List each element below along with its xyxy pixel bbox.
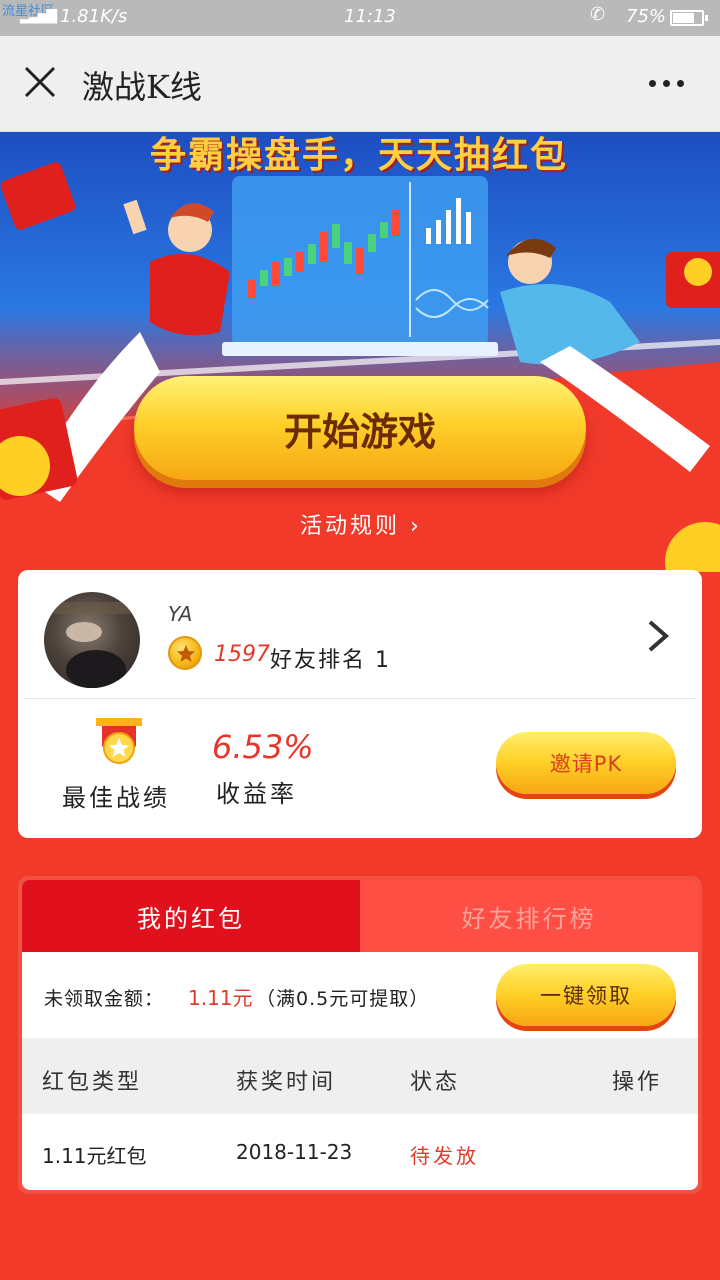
column-header: 状态 [410, 1070, 461, 1095]
signal-icon: ▂▃▅▇ [20, 8, 57, 24]
hero-slogan: 争霸操盘手，天天抽红包 [150, 135, 569, 176]
invite-pk-button[interactable]: 邀请PK [496, 732, 676, 794]
boxing-ring-illustration [0, 162, 720, 572]
status-badge: 待发放 [410, 1144, 479, 1168]
tab-my-packets[interactable]: 我的红包 [22, 880, 360, 952]
hd-call-icon: ✆ [590, 4, 606, 25]
close-icon[interactable] [20, 62, 60, 102]
nav-bar: 激战K线 [0, 36, 720, 132]
medal-icon [96, 718, 142, 764]
battery-percent: 75% [626, 6, 667, 27]
friend-rank: 好友排名 1 [270, 648, 391, 673]
battery-icon [670, 10, 708, 26]
tab-friend-ranking[interactable]: 好友排行榜 [360, 880, 698, 952]
table-row: 1.11元红包 2018-11-23 待发放 [22, 1114, 698, 1190]
claim-row: 未领取金额： 1.11元 （满0.5元可提取） 一键领取 [22, 952, 698, 1038]
divider [24, 698, 696, 699]
coin-count: 1597 [214, 642, 270, 667]
status-bar: 流星社区 ▂▃▅▇ 1.81K/s 11:13 ✆ 75% [0, 0, 720, 36]
claim-all-button[interactable]: 一键领取 [496, 964, 676, 1026]
profile-card: YA 1597 好友排名 1 最佳战绩 6.53% 收益率 邀请PK [18, 570, 702, 838]
tab-bar: 我的红包 好友排行榜 [22, 880, 698, 952]
red-packet-panel: 我的红包 好友排行榜 未领取金额： 1.11元 （满0.5元可提取） 一键领取 … [18, 876, 702, 1194]
packet-type: 1.11元红包 [42, 1144, 147, 1168]
clock: 11:13 [344, 6, 396, 27]
avatar[interactable] [44, 592, 140, 688]
column-header: 红包类型 [42, 1070, 143, 1095]
unclaimed-note: （满0.5元可提取） [256, 988, 430, 1010]
unclaimed-label: 未领取金额： [44, 988, 165, 1010]
start-game-button[interactable]: 开始游戏 [134, 376, 586, 480]
best-record-label: 最佳战绩 [62, 784, 170, 812]
page-title: 激战K线 [82, 68, 202, 106]
chevron-right-icon[interactable] [642, 616, 672, 656]
unclaimed-amount: 1.11元 [188, 986, 253, 1010]
table-header: 红包类型 获奖时间 状态 操作 [22, 1038, 698, 1114]
hero-banner: 争霸操盘手，天天抽红包 开始游戏 活动规则 › [0, 132, 720, 572]
award-time: 2018-11-23 [236, 1140, 353, 1164]
more-menu-icon[interactable] [649, 80, 684, 87]
column-header: 获奖时间 [236, 1070, 337, 1095]
return-rate-value: 6.53% [212, 728, 314, 766]
chevron-right-icon: › [410, 514, 422, 539]
column-header: 操作 [612, 1070, 663, 1095]
coin-icon [168, 636, 202, 670]
username: YA [168, 602, 193, 626]
rules-link-label: 活动规则 [300, 514, 401, 539]
return-rate-label: 收益率 [216, 780, 297, 808]
rules-link[interactable]: 活动规则 › [300, 508, 422, 540]
network-speed: 1.81K/s [60, 6, 128, 27]
